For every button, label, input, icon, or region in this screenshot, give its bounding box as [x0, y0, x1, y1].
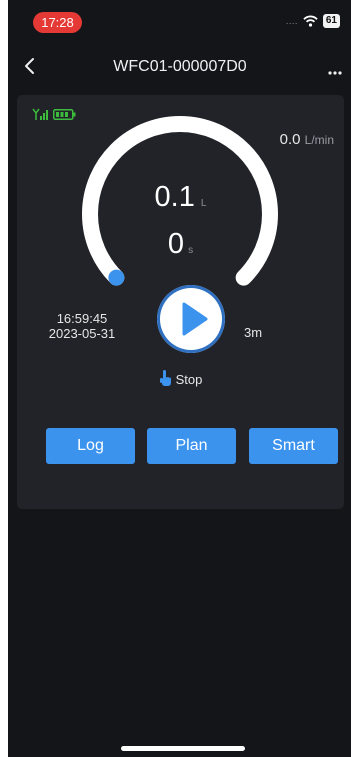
plan-button[interactable]: Plan: [147, 428, 236, 464]
touch-hand-icon: [159, 370, 171, 386]
last-run-timestamp: 16:59:45 2023-05-31: [37, 311, 127, 341]
stop-control[interactable]: Stop: [17, 370, 344, 387]
gauge-max-label: 3m: [244, 325, 263, 340]
duration-value: 0: [167, 228, 185, 260]
page-title: WFC01-000007D0: [113, 58, 247, 75]
duration-unit: s: [188, 245, 194, 256]
play-button[interactable]: [157, 285, 225, 353]
status-time: 17:28: [33, 12, 82, 33]
more-dots-icon: [328, 71, 342, 75]
status-bar: 17:28 .... 61: [8, 0, 351, 44]
device-card: 0.0 L/min 0.1 L 0s 16:59:45 2023-05-31 3m: [17, 95, 344, 509]
log-button[interactable]: Log: [46, 428, 135, 464]
battery-level: 61: [322, 14, 340, 28]
last-run-date: 2023-05-31: [48, 326, 116, 341]
volume-readout: 0.1 L: [17, 181, 344, 214]
app-screen: 17:28 .... 61 WFC01-000007D0 0.0 L/min 0…: [8, 0, 351, 757]
stop-label: Stop: [175, 372, 203, 387]
last-run-time: 16:59:45: [56, 311, 108, 326]
navigation-bar: WFC01-000007D0: [8, 44, 351, 88]
smart-button[interactable]: Smart: [249, 428, 338, 464]
volume-value: 0.1: [154, 181, 195, 213]
gauge-knob: [108, 269, 125, 286]
home-indicator[interactable]: [121, 746, 245, 751]
status-indicators: .... 61: [286, 14, 340, 28]
cellular-signal: ....: [285, 16, 298, 26]
wifi-icon: [303, 15, 318, 27]
more-button[interactable]: [322, 52, 348, 80]
duration-readout: 0s: [17, 228, 344, 261]
volume-unit: L: [200, 198, 207, 209]
play-icon: [182, 302, 208, 336]
